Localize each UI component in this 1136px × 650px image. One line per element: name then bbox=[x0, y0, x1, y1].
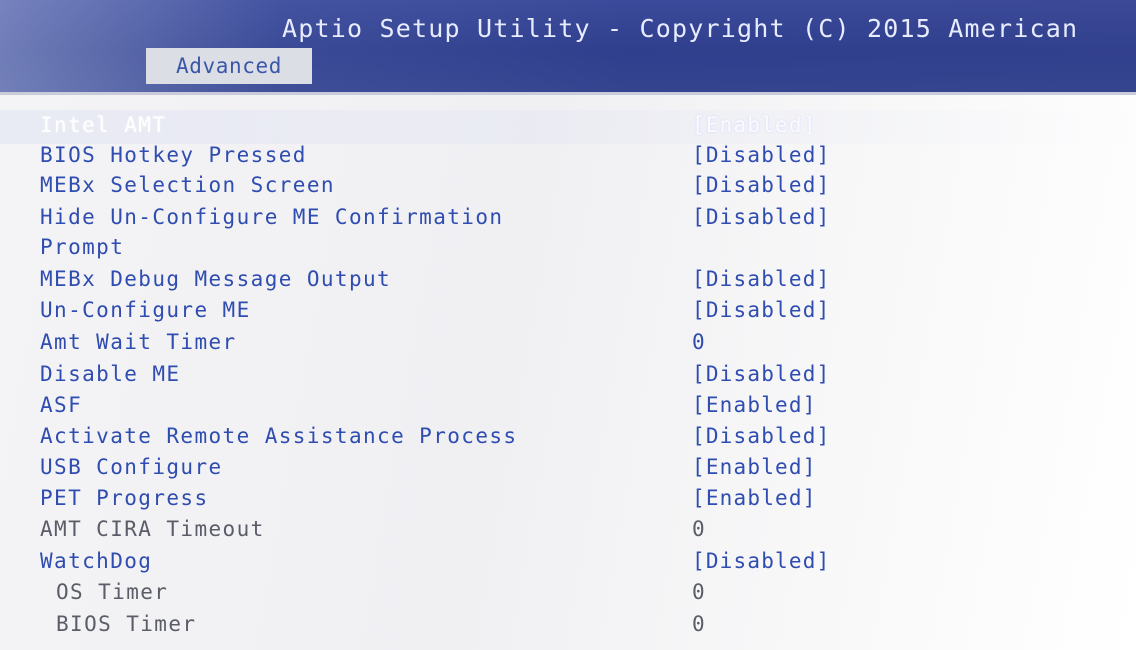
setting-row-unconfigure-me[interactable]: Un-Configure ME [Disabled] bbox=[0, 298, 1136, 328]
setting-label: Hide Un-Configure ME Confirmation bbox=[40, 205, 504, 229]
setting-row-amt-cira-timeout: AMT CIRA Timeout 0 bbox=[0, 517, 1136, 547]
setting-row-bios-hotkey-pressed[interactable]: BIOS Hotkey Pressed [Disabled] bbox=[0, 143, 1136, 173]
setting-row-intel-amt[interactable]: Intel AMT [Enabled] bbox=[0, 113, 1136, 143]
setting-row-disable-me[interactable]: Disable ME [Disabled] bbox=[0, 362, 1136, 392]
setting-value[interactable]: [Disabled] bbox=[692, 549, 830, 573]
setting-row-asf[interactable]: ASF [Enabled] bbox=[0, 393, 1136, 423]
setting-value: 0 bbox=[692, 517, 706, 541]
setting-row-mebx-selection-screen[interactable]: MEBx Selection Screen [Disabled] bbox=[0, 173, 1136, 203]
setting-value[interactable]: 0 bbox=[692, 330, 706, 354]
setting-row-usb-configure[interactable]: USB Configure [Enabled] bbox=[0, 455, 1136, 485]
setting-value[interactable]: [Enabled] bbox=[692, 113, 817, 137]
header-bar: Aptio Setup Utility - Copyright (C) 2015… bbox=[0, 0, 1136, 92]
setting-label: Disable ME bbox=[40, 362, 181, 386]
tab-advanced[interactable]: Advanced bbox=[146, 48, 312, 84]
setting-row-watchdog[interactable]: WatchDog [Disabled] bbox=[0, 549, 1136, 579]
setting-label: PET Progress bbox=[40, 486, 209, 510]
setting-row-pet-progress[interactable]: PET Progress [Enabled] bbox=[0, 486, 1136, 516]
setting-value[interactable]: [Enabled] bbox=[692, 393, 817, 417]
setting-label: Intel AMT bbox=[40, 113, 167, 137]
header-divider bbox=[0, 92, 1136, 95]
setting-row-amt-wait-timer[interactable]: Amt Wait Timer 0 bbox=[0, 330, 1136, 360]
setting-label: BIOS Hotkey Pressed bbox=[40, 143, 307, 167]
setting-value[interactable]: [Disabled] bbox=[692, 267, 830, 291]
setting-label: Un-Configure ME bbox=[40, 298, 251, 322]
setting-value: 0 bbox=[692, 580, 706, 604]
setting-row-hide-unconfigure-me-confirmation[interactable]: Hide Un-Configure ME Confirmation [Disab… bbox=[0, 205, 1136, 235]
setting-label: USB Configure bbox=[40, 455, 223, 479]
setting-value[interactable]: [Disabled] bbox=[692, 298, 830, 322]
setting-value[interactable]: [Disabled] bbox=[692, 424, 830, 448]
setting-label: Prompt bbox=[40, 235, 125, 259]
setting-row-activate-remote-assistance-process[interactable]: Activate Remote Assistance Process [Disa… bbox=[0, 424, 1136, 454]
setting-label: BIOS Timer bbox=[56, 612, 197, 636]
setting-value[interactable]: [Disabled] bbox=[692, 143, 830, 167]
setting-value[interactable]: [Enabled] bbox=[692, 455, 817, 479]
setting-label: WatchDog bbox=[40, 549, 153, 573]
window-title: Aptio Setup Utility - Copyright (C) 2015… bbox=[282, 14, 1079, 43]
setting-row-bios-timer: BIOS Timer 0 bbox=[0, 612, 1136, 642]
setting-label: ASF bbox=[40, 393, 83, 417]
setting-value[interactable]: [Disabled] bbox=[692, 205, 830, 229]
setting-row-mebx-debug-message-output[interactable]: MEBx Debug Message Output [Disabled] bbox=[0, 267, 1136, 297]
setting-label: Activate Remote Assistance Process bbox=[40, 424, 518, 448]
setting-value[interactable]: [Disabled] bbox=[692, 173, 830, 197]
setting-row-prompt-continuation: Prompt bbox=[0, 235, 1136, 265]
setting-value[interactable]: [Enabled] bbox=[692, 486, 817, 510]
setting-label: MEBx Debug Message Output bbox=[40, 267, 392, 291]
setting-row-os-timer: OS Timer 0 bbox=[0, 580, 1136, 610]
setting-value[interactable]: [Disabled] bbox=[692, 362, 830, 386]
setting-label: MEBx Selection Screen bbox=[40, 173, 335, 197]
setting-label: AMT CIRA Timeout bbox=[40, 517, 265, 541]
setting-value: 0 bbox=[692, 612, 706, 636]
bios-screen: Aptio Setup Utility - Copyright (C) 2015… bbox=[0, 0, 1136, 650]
setting-label: Amt Wait Timer bbox=[40, 330, 237, 354]
setting-label: OS Timer bbox=[56, 580, 169, 604]
